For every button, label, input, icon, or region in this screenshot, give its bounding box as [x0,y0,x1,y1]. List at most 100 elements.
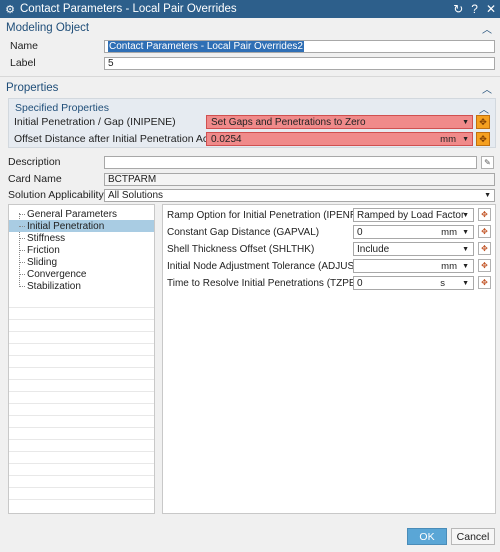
name-label: Name [10,40,39,52]
override-toggle-icon[interactable]: ✥ [478,259,491,272]
dropdown-arrow-icon: ▼ [484,191,491,199]
ipene-value: Set Gaps and Penetrations to Zero [211,116,366,128]
override-toggle-icon[interactable]: ✥ [476,132,490,146]
applicability-dropdown[interactable]: All Solutions ▼ [104,188,495,202]
shlthk-dropdown[interactable]: Include ▼ [353,242,474,256]
description-label: Description [8,156,61,168]
label-input[interactable]: 5 [104,56,495,70]
row-separator [9,307,154,308]
description-input[interactable] [104,155,477,169]
override-toggle-icon[interactable]: ✥ [478,276,491,289]
modeling-object-header[interactable]: Modeling Object ︿ [0,20,500,36]
row-separator [9,427,154,428]
dropdown-arrow-icon: ▼ [462,245,469,253]
row-separator [9,319,154,320]
shlthk-label: Shell Thickness Offset (SHLTHK) [167,244,315,255]
help-button[interactable]: ? [471,2,478,16]
tzpene-unit[interactable]: s [440,278,445,289]
row-separator [9,379,154,380]
name-value: Contact Parameters - Local Pair Override… [108,40,304,52]
label-value: 5 [108,57,114,69]
tree-item-stabilization[interactable]: Stabilization [9,280,154,292]
gapval-input[interactable]: 0 mm ▼ [353,225,474,239]
gapval-unit[interactable]: mm [441,227,457,238]
ipenramp-value: Ramped by Load Factor [357,209,465,221]
tree-connector [19,214,25,215]
tree-connector [19,250,25,251]
adjust-input[interactable]: mm ▼ [353,259,474,273]
card-name-value: BCTPARM [108,173,157,185]
row-separator [9,331,154,332]
row-separator [9,475,154,476]
ipenramp-label: Ramp Option for Initial Penetration (IPE… [167,210,383,221]
card-name-row: Card Name BCTPARM [0,172,500,186]
properties-title: Properties [6,82,59,94]
chevron-up-icon[interactable]: ︿ [482,21,492,36]
tree-item-sliding[interactable]: Sliding [9,256,154,268]
ok-button[interactable]: OK [407,528,447,545]
row-separator [9,403,154,404]
override-toggle-icon[interactable]: ✥ [478,208,491,221]
dropdown-arrow-icon: ▼ [462,135,469,143]
ipenramp-dropdown[interactable]: Ramped by Load Factor ▼ [353,208,474,222]
properties-header[interactable]: Properties ︿ [0,80,500,96]
row-separator [9,451,154,452]
dropdown-arrow-icon: ▼ [462,118,469,126]
offset-unit[interactable]: mm [440,134,456,145]
offset-input[interactable]: 0.0254 mm ▼ [206,132,473,146]
tree-item-convergence[interactable]: Convergence [9,268,154,280]
override-toggle-icon[interactable]: ✥ [478,225,491,238]
dialog-footer: OK Cancel [0,522,500,552]
tzpene-input[interactable]: 0 s ▼ [353,276,474,290]
ipene-label: Initial Penetration / Gap (INIPENE) [14,116,176,128]
tree-connector [19,226,25,227]
chevron-up-icon[interactable]: ︿ [482,81,492,96]
tree-connector [19,286,25,287]
row-separator [9,499,154,500]
name-input[interactable]: Contact Parameters - Local Pair Override… [104,39,495,53]
row-separator [9,463,154,464]
reset-icon[interactable]: ↻ [453,2,463,16]
tree-item-initial-penetration[interactable]: Initial Penetration [9,220,154,232]
cancel-button[interactable]: Cancel [451,528,495,545]
category-tree: General Parameters Initial Penetration S… [8,204,155,514]
chevron-up-icon[interactable]: ︿ [479,101,489,116]
tree-connector [19,274,25,275]
adjust-unit[interactable]: mm [441,261,457,272]
text-edit-icon[interactable]: ✎ [481,155,494,169]
gapval-label: Constant Gap Distance (GAPVAL) [167,227,320,238]
close-button[interactable]: ✕ [486,2,496,16]
tree-connector [19,238,25,239]
row-separator [9,367,154,368]
row-separator [9,415,154,416]
ipene-dropdown[interactable]: Set Gaps and Penetrations to Zero ▼ [206,115,473,129]
dropdown-arrow-icon: ▼ [462,279,469,287]
gapval-value: 0 [357,226,363,238]
row-separator [9,355,154,356]
dropdown-arrow-icon: ▼ [462,211,469,219]
tree-item-stiffness[interactable]: Stiffness [9,232,154,244]
shlthk-value: Include [357,243,390,255]
applicability-value: All Solutions [108,189,164,201]
gear-icon: ⚙ [5,3,15,16]
divider [0,76,500,77]
label-label: Label [10,57,36,69]
override-toggle-icon[interactable]: ✥ [478,242,491,255]
override-toggle-icon[interactable]: ✥ [476,115,490,129]
name-row: Name Contact Parameters - Local Pair Ove… [0,39,500,53]
card-name-label: Card Name [8,173,62,185]
tree-item-general-parameters[interactable]: General Parameters [9,208,154,220]
applicability-row: Solution Applicability View All Solution… [0,188,500,202]
modeling-object-title: Modeling Object [6,22,90,34]
row-separator [9,343,154,344]
description-row: Description ✎ [0,155,500,169]
window-titlebar: ⚙ Contact Parameters - Local Pair Overri… [0,0,500,18]
ipene-row: Initial Penetration / Gap (INIPENE) Set … [0,115,500,129]
card-name-field: BCTPARM [104,172,495,186]
row-separator [9,487,154,488]
adjust-label: Initial Node Adjustment Tolerance (ADJUS… [167,261,364,272]
tzpene-value: 0 [357,277,363,289]
window-title: Contact Parameters - Local Pair Override… [20,3,237,15]
offset-value: 0.0254 [211,133,242,145]
tree-item-friction[interactable]: Friction [9,244,154,256]
